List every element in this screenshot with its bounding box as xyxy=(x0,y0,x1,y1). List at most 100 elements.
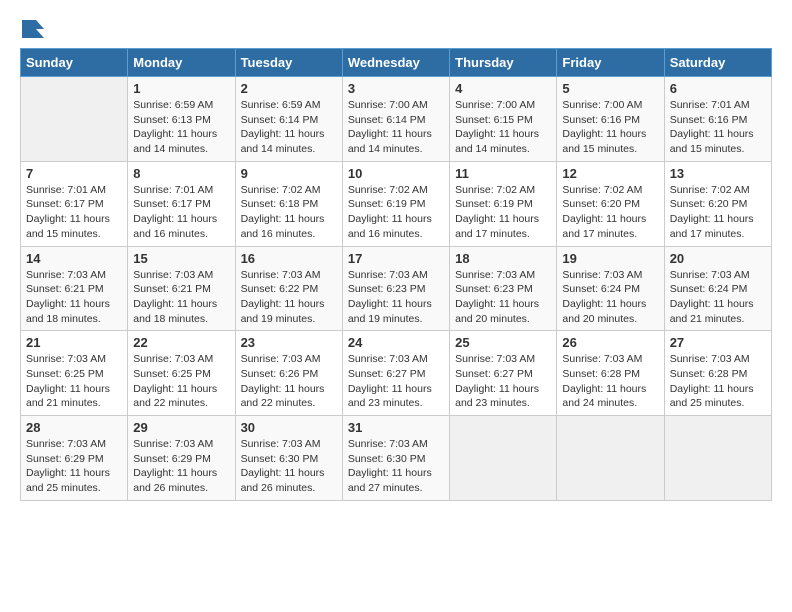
day-number: 4 xyxy=(455,81,551,96)
calendar-cell: 17Sunrise: 7:03 AM Sunset: 6:23 PM Dayli… xyxy=(342,246,449,331)
day-info: Sunrise: 7:03 AM Sunset: 6:30 PM Dayligh… xyxy=(241,438,325,494)
day-number: 8 xyxy=(133,166,229,181)
header-sunday: Sunday xyxy=(21,49,128,77)
calendar-cell: 22 Sunrise: 7:03 AM Sunset: 6:25 PM Dayli… xyxy=(128,331,235,416)
calendar-cell: 20 Sunrise: 7:03 AM Sunset: 6:24 PM Dayli… xyxy=(664,246,771,331)
day-number: 18 xyxy=(455,251,551,266)
day-number: 12 xyxy=(562,166,658,181)
calendar-cell: 15 Sunrise: 7:03 AM Sunset: 6:21 PM Dayli… xyxy=(128,246,235,331)
day-info: Sunrise: 7:03 AM Sunset: 6:21 PM Dayligh… xyxy=(133,269,217,325)
calendar-cell: 25 Sunrise: 7:03 AM Sunset: 6:27 PM Dayli… xyxy=(450,331,557,416)
day-info: Sunrise: 7:00 AM Sunset: 6:14 PM Dayligh… xyxy=(348,99,432,155)
calendar-cell: 29 Sunrise: 7:03 AM Sunset: 6:29 PM Dayli… xyxy=(128,416,235,501)
day-info: Sunrise: 7:02 AM Sunset: 6:18 PM Dayligh… xyxy=(241,184,325,240)
header-saturday: Saturday xyxy=(664,49,771,77)
day-number: 23 xyxy=(241,335,337,350)
header-thursday: Thursday xyxy=(450,49,557,77)
day-number: 14 xyxy=(26,251,122,266)
day-number: 6 xyxy=(670,81,766,96)
day-info: Sunrise: 7:03 AM Sunset: 6:23 PM Dayligh… xyxy=(455,269,539,325)
day-info: Sunrise: 7:00 AM Sunset: 6:15 PM Dayligh… xyxy=(455,99,539,155)
calendar-cell: 1 Sunrise: 6:59 AM Sunset: 6:13 PM Daylig… xyxy=(128,77,235,162)
day-info: Sunrise: 7:03 AM Sunset: 6:30 PM Dayligh… xyxy=(348,438,432,494)
week-row-2: 7 Sunrise: 7:01 AM Sunset: 6:17 PM Daylig… xyxy=(21,161,772,246)
week-row-5: 28 Sunrise: 7:03 AM Sunset: 6:29 PM Dayli… xyxy=(21,416,772,501)
day-info: Sunrise: 7:01 AM Sunset: 6:16 PM Dayligh… xyxy=(670,99,754,155)
day-number: 24 xyxy=(348,335,444,350)
logo xyxy=(20,20,46,38)
week-row-4: 21Sunrise: 7:03 AM Sunset: 6:25 PM Dayli… xyxy=(21,331,772,416)
week-row-3: 14 Sunrise: 7:03 AM Sunset: 6:21 PM Dayli… xyxy=(21,246,772,331)
day-number: 28 xyxy=(26,420,122,435)
calendar-cell: 18 Sunrise: 7:03 AM Sunset: 6:23 PM Dayli… xyxy=(450,246,557,331)
day-info: Sunrise: 7:03 AM Sunset: 6:24 PM Dayligh… xyxy=(670,269,754,325)
day-info: Sunrise: 7:03 AM Sunset: 6:25 PM Dayligh… xyxy=(26,353,110,409)
day-number: 5 xyxy=(562,81,658,96)
calendar-cell: 2 Sunrise: 6:59 AM Sunset: 6:14 PM Daylig… xyxy=(235,77,342,162)
day-info: Sunrise: 7:03 AM Sunset: 6:27 PM Dayligh… xyxy=(455,353,539,409)
calendar-cell: 19 Sunrise: 7:03 AM Sunset: 6:24 PM Dayli… xyxy=(557,246,664,331)
day-info: Sunrise: 7:02 AM Sunset: 6:19 PM Dayligh… xyxy=(348,184,432,240)
day-number: 7 xyxy=(26,166,122,181)
calendar-cell: 27Sunrise: 7:03 AM Sunset: 6:28 PM Dayli… xyxy=(664,331,771,416)
calendar-cell: 7 Sunrise: 7:01 AM Sunset: 6:17 PM Daylig… xyxy=(21,161,128,246)
calendar-cell xyxy=(664,416,771,501)
day-info: Sunrise: 7:03 AM Sunset: 6:22 PM Dayligh… xyxy=(241,269,325,325)
logo-bird-icon xyxy=(22,20,44,38)
day-info: Sunrise: 7:02 AM Sunset: 6:20 PM Dayligh… xyxy=(670,184,754,240)
calendar-cell: 30 Sunrise: 7:03 AM Sunset: 6:30 PM Dayli… xyxy=(235,416,342,501)
day-number: 22 xyxy=(133,335,229,350)
day-info: Sunrise: 7:03 AM Sunset: 6:23 PM Dayligh… xyxy=(348,269,432,325)
header-tuesday: Tuesday xyxy=(235,49,342,77)
day-number: 30 xyxy=(241,420,337,435)
day-info: Sunrise: 6:59 AM Sunset: 6:14 PM Dayligh… xyxy=(241,99,325,155)
day-info: Sunrise: 7:02 AM Sunset: 6:20 PM Dayligh… xyxy=(562,184,646,240)
day-info: Sunrise: 7:03 AM Sunset: 6:29 PM Dayligh… xyxy=(133,438,217,494)
day-info: Sunrise: 7:03 AM Sunset: 6:27 PM Dayligh… xyxy=(348,353,432,409)
calendar-cell: 4 Sunrise: 7:00 AM Sunset: 6:15 PM Daylig… xyxy=(450,77,557,162)
day-number: 1 xyxy=(133,81,229,96)
calendar-cell: 3 Sunrise: 7:00 AM Sunset: 6:14 PM Daylig… xyxy=(342,77,449,162)
calendar-cell: 11Sunrise: 7:02 AM Sunset: 6:19 PM Dayli… xyxy=(450,161,557,246)
calendar-cell: 10 Sunrise: 7:02 AM Sunset: 6:19 PM Dayli… xyxy=(342,161,449,246)
day-info: Sunrise: 7:03 AM Sunset: 6:21 PM Dayligh… xyxy=(26,269,110,325)
day-number: 29 xyxy=(133,420,229,435)
day-number: 15 xyxy=(133,251,229,266)
header xyxy=(20,20,772,38)
calendar-table: SundayMondayTuesdayWednesdayThursdayFrid… xyxy=(20,48,772,501)
calendar-cell: 24 Sunrise: 7:03 AM Sunset: 6:27 PM Dayli… xyxy=(342,331,449,416)
day-info: Sunrise: 7:03 AM Sunset: 6:25 PM Dayligh… xyxy=(133,353,217,409)
week-row-1: 1 Sunrise: 6:59 AM Sunset: 6:13 PM Daylig… xyxy=(21,77,772,162)
header-wednesday: Wednesday xyxy=(342,49,449,77)
day-number: 3 xyxy=(348,81,444,96)
calendar-cell: 6 Sunrise: 7:01 AM Sunset: 6:16 PM Daylig… xyxy=(664,77,771,162)
day-info: Sunrise: 7:03 AM Sunset: 6:24 PM Dayligh… xyxy=(562,269,646,325)
day-number: 9 xyxy=(241,166,337,181)
day-info: Sunrise: 7:03 AM Sunset: 6:28 PM Dayligh… xyxy=(562,353,646,409)
calendar-cell xyxy=(450,416,557,501)
day-number: 10 xyxy=(348,166,444,181)
calendar-cell: 13Sunrise: 7:02 AM Sunset: 6:20 PM Dayli… xyxy=(664,161,771,246)
calendar-cell xyxy=(557,416,664,501)
day-info: Sunrise: 6:59 AM Sunset: 6:13 PM Dayligh… xyxy=(133,99,217,155)
calendar-cell: 31 Sunrise: 7:03 AM Sunset: 6:30 PM Dayli… xyxy=(342,416,449,501)
calendar-cell: 21Sunrise: 7:03 AM Sunset: 6:25 PM Dayli… xyxy=(21,331,128,416)
day-info: Sunrise: 7:03 AM Sunset: 6:26 PM Dayligh… xyxy=(241,353,325,409)
day-info: Sunrise: 7:03 AM Sunset: 6:28 PM Dayligh… xyxy=(670,353,754,409)
day-number: 19 xyxy=(562,251,658,266)
header-friday: Friday xyxy=(557,49,664,77)
header-monday: Monday xyxy=(128,49,235,77)
calendar-cell: 28Sunrise: 7:03 AM Sunset: 6:29 PM Dayli… xyxy=(21,416,128,501)
day-info: Sunrise: 7:01 AM Sunset: 6:17 PM Dayligh… xyxy=(26,184,110,240)
calendar-cell: 5Sunrise: 7:00 AM Sunset: 6:16 PM Daylig… xyxy=(557,77,664,162)
day-number: 31 xyxy=(348,420,444,435)
calendar-cell: 9 Sunrise: 7:02 AM Sunset: 6:18 PM Daylig… xyxy=(235,161,342,246)
calendar-cell: 8 Sunrise: 7:01 AM Sunset: 6:17 PM Daylig… xyxy=(128,161,235,246)
day-number: 2 xyxy=(241,81,337,96)
day-number: 25 xyxy=(455,335,551,350)
day-info: Sunrise: 7:01 AM Sunset: 6:17 PM Dayligh… xyxy=(133,184,217,240)
calendar-cell: 26Sunrise: 7:03 AM Sunset: 6:28 PM Dayli… xyxy=(557,331,664,416)
day-info: Sunrise: 7:02 AM Sunset: 6:19 PM Dayligh… xyxy=(455,184,539,240)
day-header-row: SundayMondayTuesdayWednesdayThursdayFrid… xyxy=(21,49,772,77)
day-number: 20 xyxy=(670,251,766,266)
